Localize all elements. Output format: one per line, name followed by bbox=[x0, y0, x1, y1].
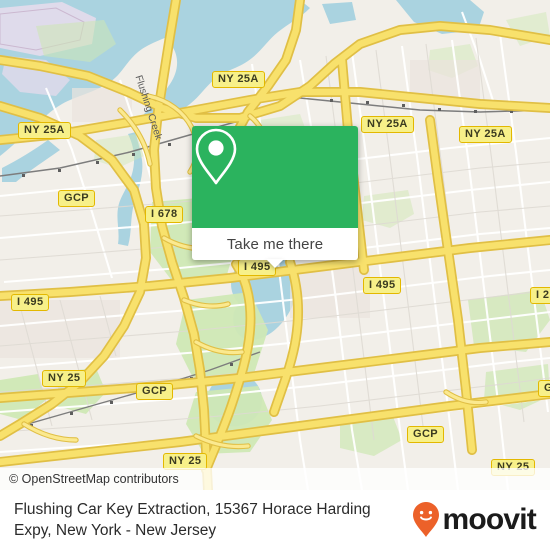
moovit-wordmark: moovit bbox=[442, 503, 536, 536]
popup-tail bbox=[266, 259, 284, 268]
destination-popup-card[interactable]: Take me there bbox=[192, 126, 358, 268]
moovit-logo[interactable]: moovit bbox=[411, 501, 537, 539]
map-attribution-bar: © OpenStreetMap contributors bbox=[0, 468, 550, 490]
route-shield: GCP bbox=[407, 426, 445, 443]
map-result-screen: Flushing Creek NY 25A NY 25A NY 25A NY 25A G… bbox=[0, 0, 550, 550]
take-me-there-label: Take me there bbox=[226, 235, 324, 253]
popup-action-area[interactable]: Take me there bbox=[192, 228, 358, 268]
location-title: Flushing Car Key Extraction, 15367 Horac… bbox=[14, 501, 371, 539]
route-shield: GCP bbox=[58, 190, 96, 207]
route-shield: NY 25 bbox=[42, 370, 87, 387]
route-shield: I 2 bbox=[530, 287, 550, 304]
route-shield: I 495 bbox=[11, 294, 50, 311]
route-shield: NY 25A bbox=[361, 116, 414, 133]
footer-bar: Flushing Car Key Extraction, 15367 Horac… bbox=[0, 490, 550, 550]
route-shield: GCP bbox=[136, 383, 174, 400]
route-shield: I 495 bbox=[363, 277, 402, 294]
route-shield: NY 25A bbox=[212, 71, 265, 88]
route-shield: I 678 bbox=[145, 206, 184, 223]
attribution-text[interactable]: © OpenStreetMap contributors bbox=[0, 472, 179, 486]
moovit-smiley-pin-icon bbox=[413, 502, 440, 537]
map-canvas[interactable]: Flushing Creek NY 25A NY 25A NY 25A NY 25A G… bbox=[0, 0, 550, 490]
map-pin-icon bbox=[195, 128, 237, 185]
route-shield: NY 25A bbox=[459, 126, 512, 143]
route-shield: NY 25A bbox=[18, 122, 71, 139]
popup-icon-area bbox=[192, 126, 358, 228]
route-shield: G bbox=[538, 380, 550, 397]
